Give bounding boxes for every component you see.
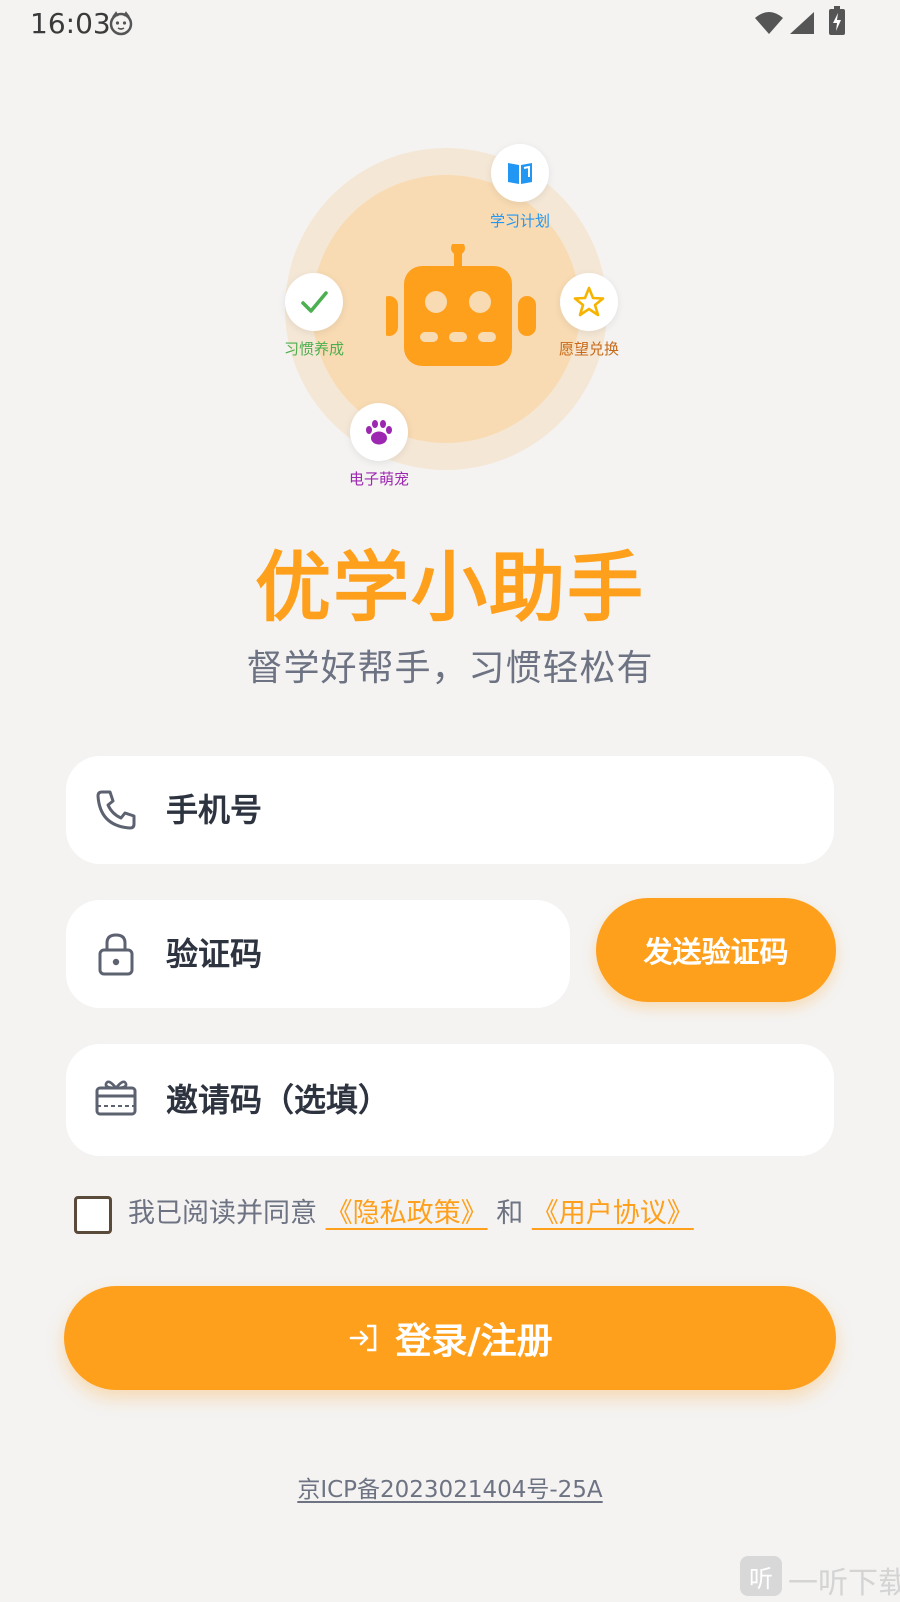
star-icon bbox=[573, 286, 605, 317]
watermark-text: 一听下载 bbox=[788, 1566, 900, 1601]
watermark-logo: 听 bbox=[740, 1556, 782, 1596]
status-time: 16:03 bbox=[30, 7, 111, 40]
app-subtitle: 督学好帮手，习惯轻松有 bbox=[246, 648, 654, 689]
agreement-prefix: 我已阅读并同意 bbox=[128, 1198, 317, 1229]
send-code-button[interactable]: 发送验证码 bbox=[596, 898, 836, 1002]
login-register-label: 登录/注册 bbox=[395, 1321, 553, 1362]
pet-label: 电子萌宠 bbox=[348, 470, 409, 488]
cat-face-icon bbox=[109, 11, 133, 36]
wifi-icon bbox=[755, 12, 783, 34]
habit-label: 习惯养成 bbox=[283, 340, 344, 358]
checkmark-icon bbox=[301, 291, 328, 313]
phone-input[interactable] bbox=[166, 756, 804, 864]
battery-charging-icon bbox=[829, 6, 845, 35]
lock-icon bbox=[98, 933, 134, 976]
verification-code-field[interactable] bbox=[66, 900, 570, 1008]
habit-bubble bbox=[285, 273, 343, 331]
user-agreement-link[interactable]: 《用户协议》 bbox=[532, 1198, 694, 1229]
phone-icon bbox=[96, 790, 136, 830]
app-title: 优学小助手 bbox=[255, 543, 645, 632]
invite-code-input[interactable] bbox=[166, 1044, 804, 1156]
wish-label: 愿望兑换 bbox=[558, 340, 619, 358]
icp-record-link[interactable]: 京ICP备2023021404号-25A bbox=[0, 1470, 900, 1504]
book-icon bbox=[508, 163, 532, 184]
login-register-button[interactable]: 登录/注册 bbox=[64, 1286, 836, 1390]
privacy-policy-link[interactable]: 《隐私政策》 bbox=[326, 1198, 488, 1229]
invite-code-field[interactable] bbox=[66, 1044, 834, 1156]
study-plan-bubble bbox=[491, 144, 549, 202]
paw-icon bbox=[366, 420, 392, 445]
wish-bubble bbox=[560, 273, 618, 331]
study-plan-label: 学习计划 bbox=[489, 212, 550, 230]
signal-icon bbox=[790, 12, 814, 34]
agreement-checkbox[interactable] bbox=[74, 1196, 112, 1234]
phone-field[interactable] bbox=[66, 756, 834, 864]
ticket-icon bbox=[95, 1080, 137, 1116]
agreement-text: 我已阅读并同意 《隐私政策》 和 《用户协议》 bbox=[128, 1194, 694, 1234]
login-icon bbox=[350, 1324, 377, 1352]
robot-mascot-icon bbox=[386, 244, 536, 366]
agreement-and: 和 bbox=[496, 1198, 524, 1229]
verification-code-input[interactable] bbox=[166, 900, 540, 1008]
pet-bubble bbox=[350, 403, 408, 461]
